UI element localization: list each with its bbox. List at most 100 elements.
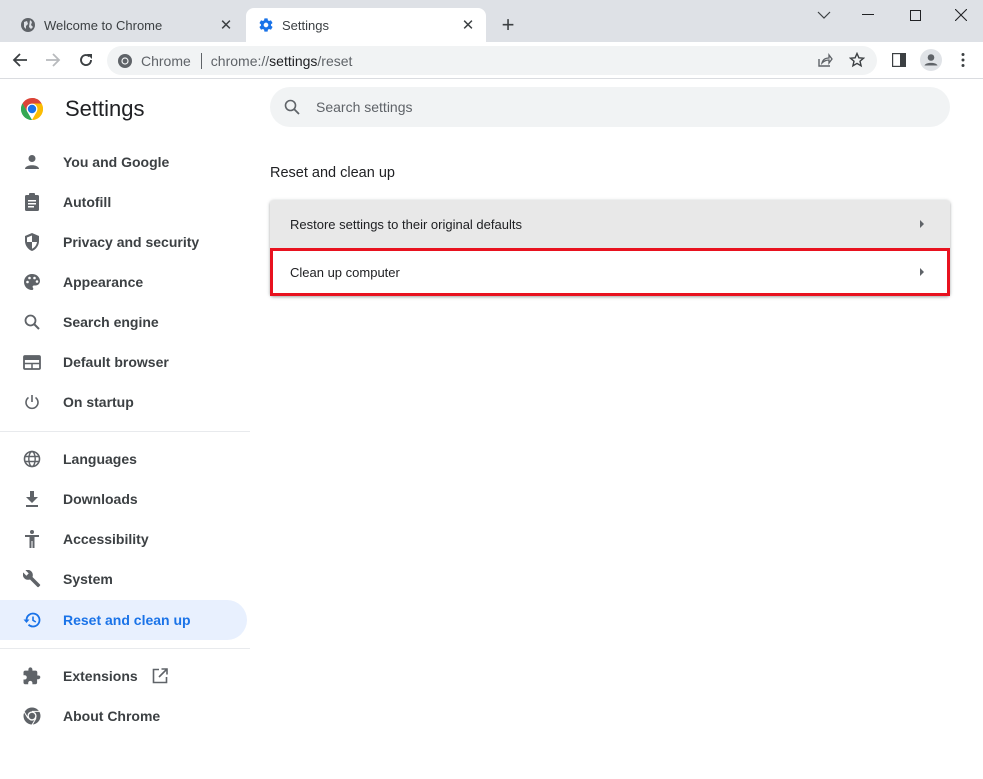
profile-button[interactable] bbox=[919, 48, 943, 72]
share-icon bbox=[818, 53, 833, 67]
sidebar-item-label: Appearance bbox=[63, 274, 144, 290]
minimize-icon bbox=[862, 14, 874, 15]
address-bar[interactable]: Chrome chrome://settings/reset bbox=[107, 46, 877, 75]
side-panel-icon bbox=[892, 53, 906, 67]
reload-icon bbox=[80, 54, 92, 66]
sidebar-item-appearance[interactable]: Appearance bbox=[0, 262, 247, 302]
wrench-icon bbox=[22, 569, 42, 589]
sidebar-item-system[interactable]: System bbox=[0, 559, 247, 599]
globe-icon bbox=[20, 17, 36, 33]
section-title: Reset and clean up bbox=[270, 165, 395, 181]
sidebar-item-label: Downloads bbox=[63, 491, 138, 507]
sidebar-item-default-browser[interactable]: Default browser bbox=[0, 342, 247, 382]
page-title: Settings bbox=[65, 96, 145, 121]
arrow-right-icon bbox=[46, 53, 61, 67]
close-tab-icon[interactable]: ✕ bbox=[458, 15, 478, 35]
site-chip: Chrome bbox=[141, 52, 191, 69]
tab-welcome[interactable]: Welcome to Chrome ✕ bbox=[8, 8, 244, 42]
gear-icon bbox=[258, 17, 274, 33]
chevron-down-icon bbox=[817, 11, 831, 19]
settings-header: Settings bbox=[20, 96, 145, 122]
sidebar-item-label: Autofill bbox=[63, 194, 112, 210]
star-icon bbox=[849, 52, 865, 68]
url-prefix: chrome:// bbox=[210, 52, 270, 69]
sidebar-item-label: Search engine bbox=[63, 314, 159, 330]
sidebar-item-reset-and-clean-up[interactable]: Reset and clean up bbox=[0, 600, 247, 640]
url-host: settings bbox=[269, 52, 318, 69]
settings-sidebar: Settings You and Google Autofill Privacy… bbox=[0, 80, 250, 779]
sidebar-item-label: Accessibility bbox=[63, 531, 149, 547]
arrow-left-icon bbox=[12, 53, 27, 67]
maximize-icon bbox=[909, 9, 921, 21]
url-path: /reset bbox=[317, 52, 353, 69]
sidebar-item-search-engine[interactable]: Search engine bbox=[0, 302, 247, 342]
search-icon bbox=[284, 99, 300, 115]
sidebar-item-label: Languages bbox=[63, 451, 137, 467]
person-icon bbox=[22, 152, 42, 172]
search-input[interactable] bbox=[316, 99, 916, 115]
close-icon bbox=[955, 9, 967, 21]
restore-defaults-row[interactable]: Restore settings to their original defau… bbox=[270, 200, 950, 248]
sidebar-item-autofill[interactable]: Autofill bbox=[0, 182, 247, 222]
share-button[interactable] bbox=[815, 50, 835, 70]
chrome-icon bbox=[22, 706, 42, 726]
sidebar-item-extensions[interactable]: Extensions bbox=[0, 656, 247, 696]
sidebar-item-label: Privacy and security bbox=[63, 234, 200, 250]
arrow-right-icon bbox=[920, 220, 924, 228]
sidebar-item-label: Extensions bbox=[63, 668, 138, 684]
sidebar-item-languages[interactable]: Languages bbox=[0, 439, 247, 479]
puzzle-icon bbox=[22, 666, 42, 686]
clean-up-computer-row[interactable]: Clean up computer bbox=[270, 248, 950, 296]
chrome-logo-icon bbox=[21, 98, 43, 120]
url-text: chrome://settings/reset bbox=[211, 53, 353, 69]
maximize-button[interactable] bbox=[892, 0, 938, 30]
sidebar-item-label: System bbox=[63, 571, 113, 587]
chrome-icon bbox=[118, 53, 132, 68]
bookmark-button[interactable] bbox=[847, 50, 867, 70]
menu-button[interactable] bbox=[951, 48, 975, 72]
sidebar-item-downloads[interactable]: Downloads bbox=[0, 479, 247, 519]
sidebar-item-label: You and Google bbox=[63, 154, 170, 170]
row-label: Restore settings to their original defau… bbox=[290, 216, 522, 232]
shield-icon bbox=[22, 232, 42, 252]
sidebar-divider bbox=[0, 431, 250, 432]
power-icon bbox=[22, 392, 42, 412]
arrow-right-icon bbox=[920, 268, 924, 276]
tab-title: Settings bbox=[282, 17, 329, 33]
sidebar-item-label: On startup bbox=[63, 394, 134, 410]
clipboard-icon bbox=[22, 192, 42, 212]
forward-button[interactable] bbox=[41, 48, 65, 72]
close-window-button[interactable] bbox=[938, 0, 983, 30]
row-label: Clean up computer bbox=[290, 264, 400, 280]
tab-search-button[interactable] bbox=[801, 0, 847, 30]
tab-settings[interactable]: Settings ✕ bbox=[246, 8, 486, 42]
sidebar-item-label: Reset and clean up bbox=[63, 612, 191, 628]
sidebar-item-you-and-google[interactable]: You and Google bbox=[0, 142, 247, 182]
search-settings-box[interactable] bbox=[270, 87, 950, 127]
sidebar-item-label: Default browser bbox=[63, 354, 169, 370]
sidebar-item-on-startup[interactable]: On startup bbox=[0, 382, 247, 422]
avatar-icon bbox=[920, 49, 942, 71]
reload-button[interactable] bbox=[74, 48, 98, 72]
globe-icon bbox=[22, 449, 42, 469]
search-icon bbox=[22, 312, 42, 332]
sidebar-item-label: About Chrome bbox=[63, 708, 161, 724]
sidebar-item-privacy-and-security[interactable]: Privacy and security bbox=[0, 222, 247, 262]
sidebar-divider bbox=[0, 648, 250, 649]
download-icon bbox=[22, 489, 42, 509]
side-panel-button[interactable] bbox=[887, 48, 911, 72]
history-icon bbox=[22, 610, 42, 630]
accessibility-icon bbox=[22, 529, 42, 549]
sidebar-item-about-chrome[interactable]: About Chrome bbox=[0, 696, 247, 736]
minimize-button[interactable] bbox=[845, 0, 891, 30]
close-tab-icon[interactable]: ✕ bbox=[216, 15, 236, 35]
divider bbox=[200, 52, 202, 69]
tab-title: Welcome to Chrome bbox=[44, 17, 163, 33]
toolbar: Chrome chrome://settings/reset bbox=[0, 42, 983, 79]
new-tab-button[interactable]: + bbox=[497, 12, 519, 37]
palette-icon bbox=[22, 272, 42, 292]
back-button[interactable] bbox=[8, 48, 32, 72]
more-vert-icon bbox=[961, 53, 965, 67]
browser-window-icon bbox=[22, 352, 42, 372]
sidebar-item-accessibility[interactable]: Accessibility bbox=[0, 519, 247, 559]
